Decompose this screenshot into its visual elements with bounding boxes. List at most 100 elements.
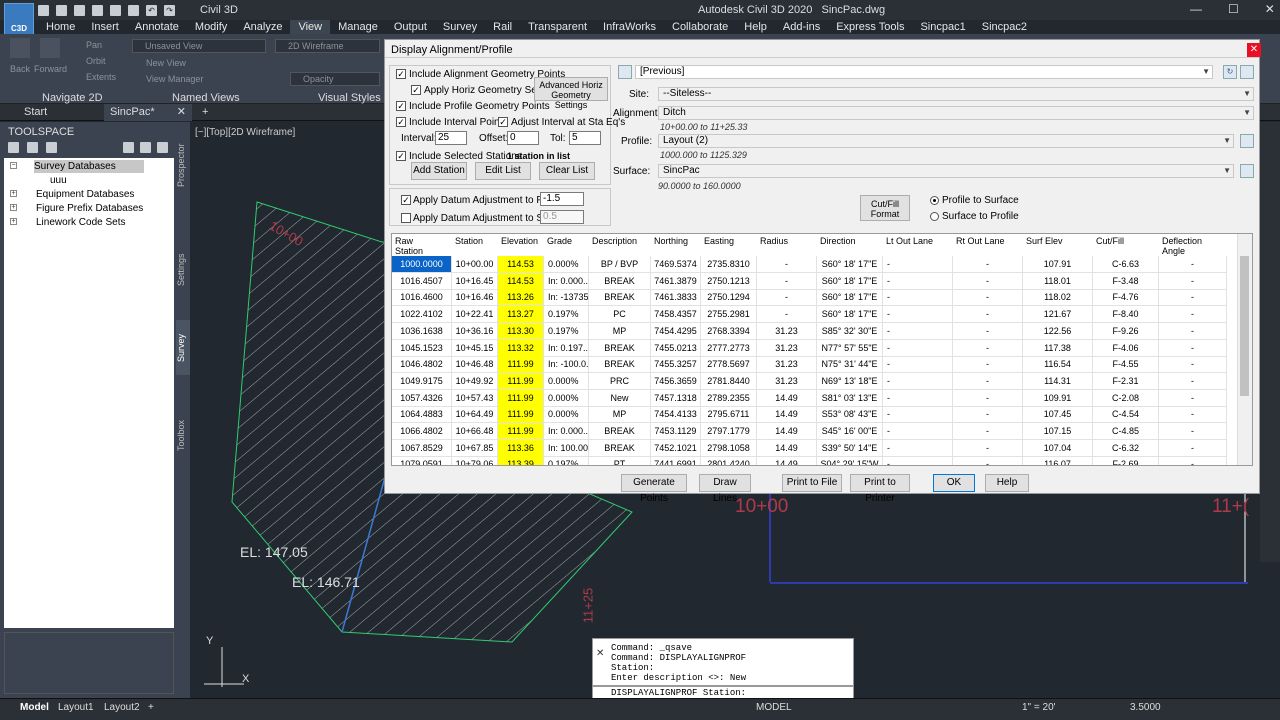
redo-icon[interactable]: ↷ (164, 4, 175, 16)
add-layout-icon[interactable]: + (148, 702, 154, 713)
table-cell[interactable]: - (1159, 322, 1227, 340)
table-row[interactable]: 1067.852910+67.85113.36In: 100.00...BREA… (392, 439, 1237, 457)
minimize-icon[interactable]: — (1190, 2, 1202, 16)
table-cell[interactable]: 1067.8529 (392, 439, 452, 457)
table-cell[interactable]: 10+66.48 (452, 423, 498, 440)
menu-modify[interactable]: Modify (187, 20, 235, 34)
table-cell[interactable]: In: 0.000... (544, 272, 589, 290)
tab-model[interactable]: Model (20, 702, 49, 713)
table-cell[interactable]: 10+16.45 (452, 272, 498, 290)
table-cell[interactable]: 113.26 (498, 289, 544, 307)
profile-to-surface-radio[interactable] (930, 196, 939, 205)
menu-analyze[interactable]: Analyze (235, 20, 290, 34)
station-table[interactable]: Raw Station Station Elevation Grade Descript… (391, 233, 1253, 466)
table-cell[interactable]: 2768.3394 (701, 322, 757, 340)
table-cell[interactable]: 114.31 (1023, 372, 1093, 390)
close-icon[interactable]: ✕ (1247, 43, 1261, 57)
table-cell[interactable]: 7461.3833 (651, 289, 701, 307)
table-cell[interactable]: 113.32 (498, 339, 544, 357)
column-header[interactable]: Cut/Fill (1093, 234, 1159, 256)
table-cell[interactable]: 113.36 (498, 439, 544, 457)
datum-surface-input[interactable]: 0.5 (540, 210, 584, 224)
table-cell[interactable]: 14.49 (757, 423, 817, 440)
table-cell[interactable]: In: 0.197... (544, 339, 589, 357)
table-cell[interactable]: 1036.1638 (392, 322, 452, 340)
table-cell[interactable]: F-3.48 (1093, 272, 1159, 290)
table-cell[interactable]: 1045.1523 (392, 339, 452, 357)
table-row[interactable]: 1049.9175 10+49.92 111.99 0.000% PRC 7456.365… (392, 372, 1237, 390)
table-cell[interactable]: 1022.4102 (392, 306, 452, 324)
table-cell[interactable]: - (883, 439, 953, 457)
table-row[interactable]: 1066.4802 10+66.48 111.99 In: 0.000... BREAK… (392, 423, 1237, 440)
table-cell[interactable]: 7453.1129 (651, 423, 701, 440)
cut-fill-format-button[interactable]: Cut/Fill Format (860, 195, 910, 221)
table-cell[interactable]: - (1159, 406, 1227, 424)
table-cell[interactable]: - (883, 456, 953, 465)
tol-input[interactable]: 5 (569, 131, 601, 145)
column-header[interactable]: Radius (757, 234, 817, 256)
menu-rail[interactable]: Rail (485, 20, 520, 34)
table-cell[interactable]: 1000.0000 (392, 256, 452, 273)
table-cell[interactable]: F-4.76 (1093, 289, 1159, 307)
menu-output[interactable]: Output (386, 20, 435, 34)
saveas-icon[interactable] (92, 4, 103, 16)
table-cell[interactable]: F-8.40 (1093, 306, 1159, 324)
extents-button[interactable]: Extents (86, 72, 116, 82)
table-cell[interactable]: 10+64.49 (452, 406, 498, 424)
table-row[interactable]: 1064.4883 10+64.49 111.99 0.000% MP 7454.4133… (392, 406, 1237, 424)
pick-icon[interactable] (1240, 134, 1254, 148)
table-cell[interactable]: 122.56 (1023, 322, 1093, 340)
table-row[interactable]: 1022.4102 10+22.41 113.27 0.197% PC 7458.4357… (392, 306, 1237, 324)
table-cell[interactable]: - (883, 339, 953, 357)
table-cell[interactable]: 0.000% (544, 256, 589, 273)
new-tab-icon[interactable]: + (196, 104, 214, 121)
table-cell[interactable]: 113.30 (498, 322, 544, 340)
model-space-toggle[interactable]: MODEL (756, 702, 792, 713)
save-icon[interactable] (74, 4, 85, 16)
table-cell[interactable]: PT (589, 456, 651, 465)
table-cell[interactable]: BREAK (589, 339, 651, 357)
table-cell[interactable]: F-9.26 (1093, 322, 1159, 340)
table-cell[interactable]: 7469.5374 (651, 256, 701, 273)
table-cell[interactable]: 2798.1058 (701, 439, 757, 457)
pan-button[interactable]: Pan (86, 40, 102, 50)
undo-icon[interactable]: ↶ (146, 4, 157, 16)
table-cell[interactable]: 117.38 (1023, 339, 1093, 357)
table-cell[interactable]: 7454.4133 (651, 406, 701, 424)
table-cell[interactable]: - (757, 306, 817, 324)
settings-preset-combo[interactable]: [Previous] ▼ (635, 65, 1213, 79)
list-icon[interactable] (1240, 65, 1254, 79)
table-cell[interactable]: N69° 13' 18"E (817, 372, 883, 390)
table-row[interactable]: 1057.4326 10+57.43 111.99 0.000% New 7457.131… (392, 389, 1237, 407)
table-cell[interactable]: 14.49 (757, 439, 817, 457)
table-cell[interactable]: 113.39 (498, 456, 544, 465)
table-cell[interactable]: - (953, 339, 1023, 357)
menu-collaborate[interactable]: Collaborate (664, 20, 736, 34)
tab-survey[interactable]: Survey (176, 320, 190, 375)
table-cell[interactable]: BREAK (589, 356, 651, 374)
table-cell[interactable]: 10+57.43 (452, 389, 498, 407)
table-cell[interactable]: 0.000% (544, 389, 589, 407)
table-cell[interactable]: MP (589, 406, 651, 424)
refresh-icon[interactable]: ↻ (1223, 65, 1237, 79)
site-combo[interactable]: --Siteless-- ▼ (658, 87, 1254, 101)
table-cell[interactable]: - (953, 456, 1023, 465)
tree-icon[interactable] (8, 142, 19, 153)
menu-annotate[interactable]: Annotate (127, 20, 187, 34)
table-cell[interactable]: - (883, 389, 953, 407)
table-cell[interactable]: F-4.55 (1093, 356, 1159, 374)
datum-profile-checkbox[interactable]: ✓ (401, 195, 411, 205)
table-cell[interactable]: 7461.3879 (651, 272, 701, 290)
table-cell[interactable]: 0.197% (544, 322, 589, 340)
table-cell[interactable]: In: 100.00... (544, 439, 589, 457)
column-header[interactable]: Grade (544, 234, 589, 256)
expand-icon[interactable]: + (10, 190, 17, 197)
open-icon[interactable] (56, 4, 67, 16)
column-header[interactable]: Description (589, 234, 651, 256)
table-cell[interactable]: 113.27 (498, 306, 544, 324)
include-selected-checkbox[interactable]: ✓ (396, 151, 406, 161)
table-cell[interactable]: 10+36.16 (452, 322, 498, 340)
search-icon[interactable] (27, 142, 38, 153)
table-cell[interactable]: N77° 57' 55"E (817, 339, 883, 357)
table-cell[interactable]: C-6.32 (1093, 439, 1159, 457)
